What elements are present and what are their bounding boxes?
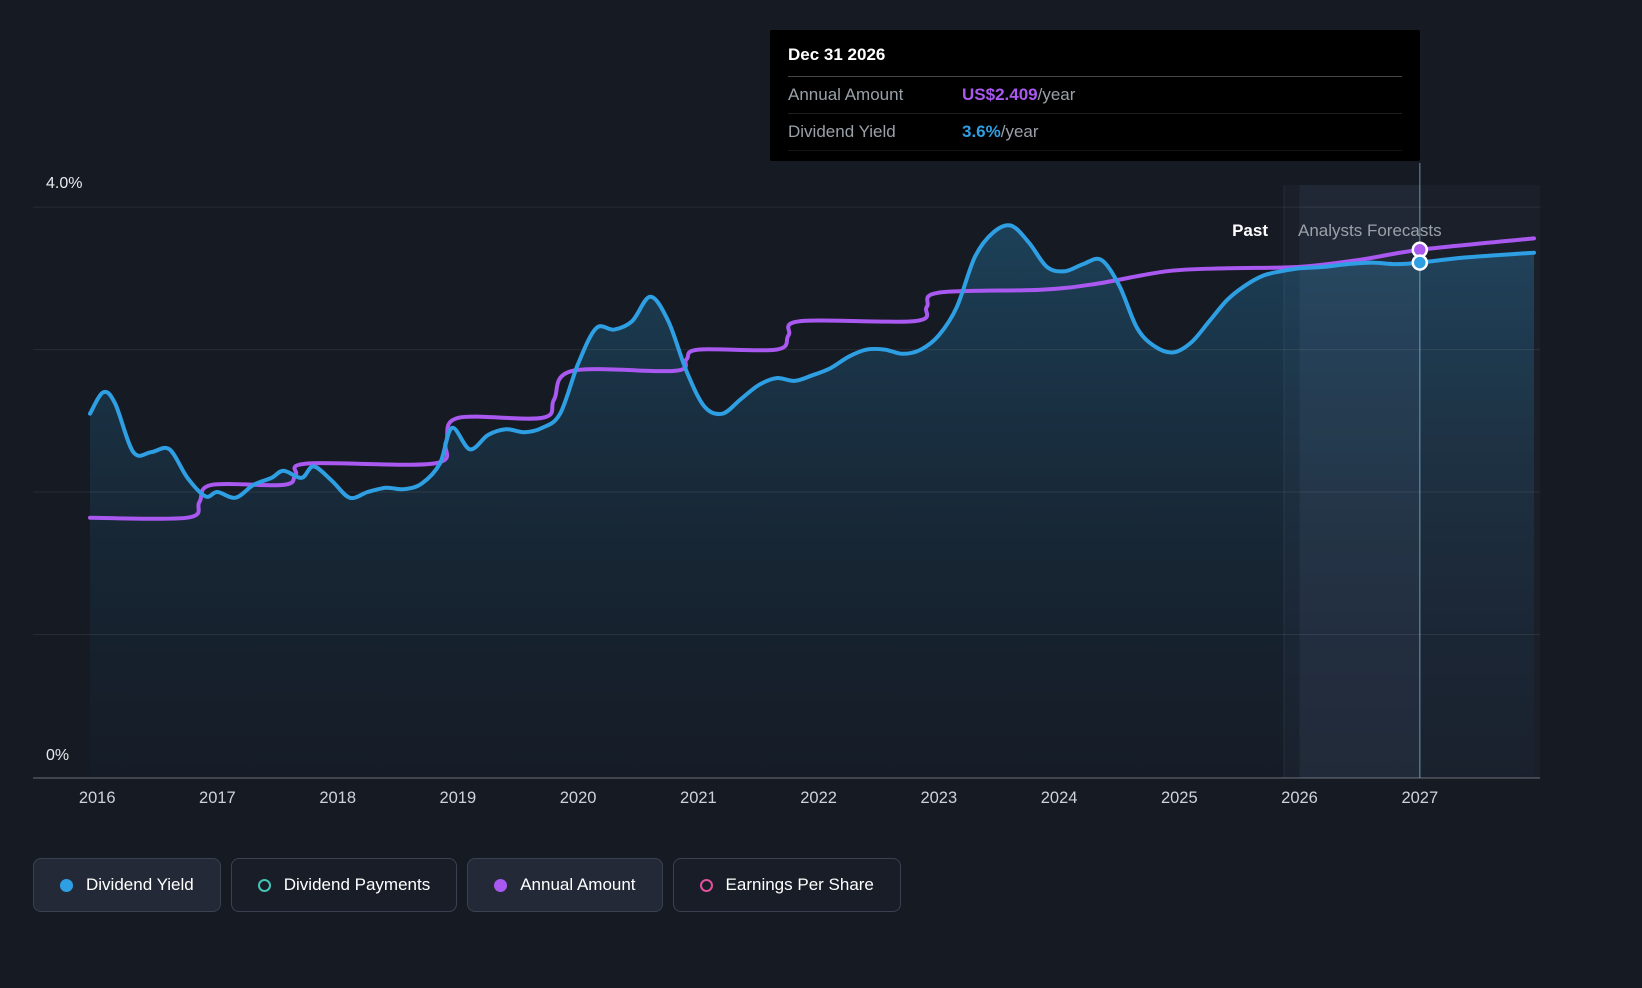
annual-amount-value-group: US$2.409/year: [962, 85, 1075, 105]
legend-dividend-yield-label: Dividend Yield: [86, 875, 194, 894]
legend-dividend-payments-button[interactable]: Dividend Payments: [230, 858, 458, 912]
annual-amount-label: Annual Amount: [788, 85, 904, 104]
x-axis-label-2027: 2027: [1401, 789, 1439, 807]
chart-tooltip: Dec 31 2026 Annual Amount US$2.409/year …: [770, 30, 1420, 161]
annual-amount-unit: /year: [1037, 85, 1076, 104]
x-axis-label-2021: 2021: [680, 789, 717, 807]
tooltip-date: Dec 31 2026: [788, 45, 1402, 77]
hover-period-band: [1299, 185, 1420, 778]
dividend-yield-label: Dividend Yield: [788, 122, 896, 141]
legend-dividend-yield-button[interactable]: Dividend Yield: [33, 858, 221, 912]
dividend-yield-value-group: 3.6%/year: [962, 122, 1039, 142]
past-label: Past: [1232, 221, 1268, 240]
annual-amount-value: US$2.409: [962, 85, 1038, 104]
x-axis-label-2026: 2026: [1281, 789, 1318, 807]
dividend-chart-screen: 4.0% 0% Past Analysts Forecasts 2016 2017…: [0, 0, 1642, 988]
x-axis-label-2017: 2017: [199, 789, 236, 807]
x-axis-label-2025: 2025: [1160, 789, 1198, 807]
x-axis-label-2023: 2023: [920, 789, 958, 807]
y-axis-label-bottom: 0%: [46, 747, 70, 764]
x-axis-label-2019: 2019: [439, 789, 477, 807]
legend-annual-amount-button[interactable]: Annual Amount: [467, 858, 663, 912]
x-axis-label-2020: 2020: [559, 789, 597, 807]
tooltip-row-dividend-yield: Dividend Yield 3.6%/year: [788, 114, 1402, 151]
x-axis-label-2018: 2018: [319, 789, 357, 807]
chart-legend: Dividend Yield Dividend Payments Annual Am…: [33, 858, 901, 912]
y-axis-label-top: 4.0%: [46, 175, 83, 192]
legend-annual-amount-label: Annual Amount: [520, 875, 636, 894]
dividend-payments-dot-icon: [257, 878, 271, 892]
x-axis-label-2022: 2022: [800, 789, 837, 807]
dividend-yield-value: 3.6%: [962, 122, 1001, 141]
tooltip-row-annual-amount: Annual Amount US$2.409/year: [788, 77, 1402, 114]
marker-dividend-yield: [1411, 254, 1429, 271]
x-axis-label-2016: 2016: [78, 789, 116, 807]
analysts-forecasts-label: Analysts Forecasts: [1298, 221, 1442, 240]
legend-dividend-payments-label: Dividend Payments: [283, 875, 431, 894]
legend-earnings-per-share-label: Earnings Per Share: [725, 875, 874, 894]
earnings-per-share-dot-icon: [699, 878, 713, 892]
dividend-yield-unit: /year: [1000, 122, 1039, 141]
legend-earnings-per-share-button[interactable]: Earnings Per Share: [672, 858, 901, 912]
dividend-yield-dot-icon: [60, 878, 73, 892]
x-axis: 2016 2017 2018 2019 2020 2021 2022 2023 2024 2025…: [0, 789, 1642, 813]
x-axis-label-2024: 2024: [1040, 789, 1078, 807]
annual-amount-dot-icon: [494, 878, 508, 892]
